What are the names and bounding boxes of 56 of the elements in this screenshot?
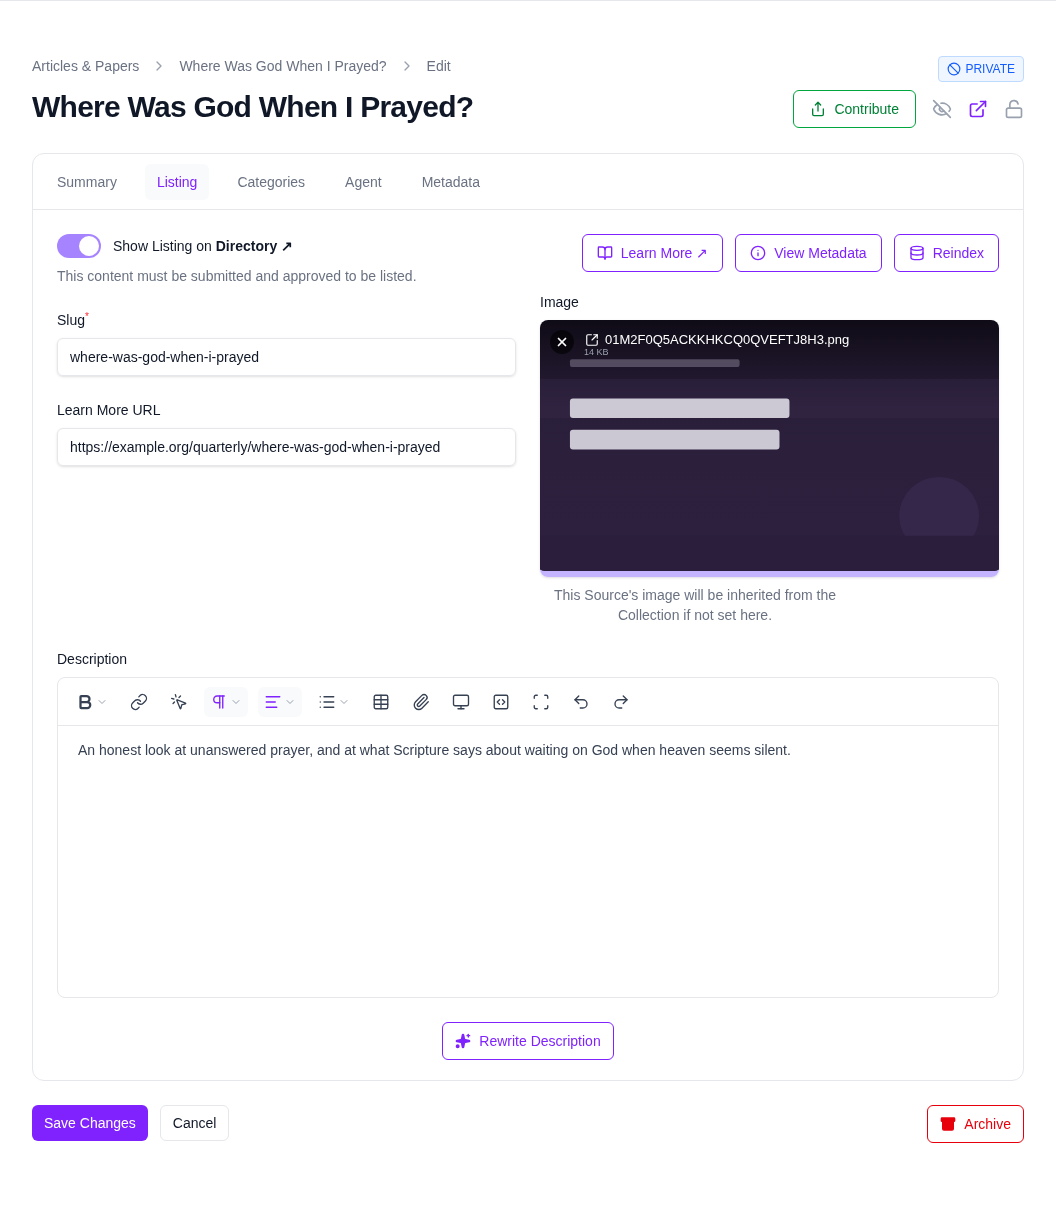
archive-button[interactable]: Archive: [927, 1105, 1024, 1143]
action-button[interactable]: Reindex: [893, 234, 999, 272]
tab[interactable]: Metadata: [409, 163, 493, 200]
pointer-click-icon: [170, 692, 188, 711]
monitor-icon: [452, 692, 470, 711]
contribute-button[interactable]: Contribute: [793, 90, 916, 128]
eye-off-icon[interactable]: [932, 99, 952, 119]
toggle-switch[interactable]: [57, 234, 101, 258]
fullscreen-icon: [532, 692, 550, 711]
tab[interactable]: Summary: [45, 163, 129, 200]
save-button[interactable]: Save Changes: [32, 1105, 148, 1141]
slug-field[interactable]: where-was-god-when-i-prayed: [57, 338, 516, 376]
archive-icon: [940, 1116, 957, 1132]
tab[interactable]: Agent: [333, 163, 394, 200]
file-size: 14 KB: [584, 347, 609, 359]
external-link-icon[interactable]: [585, 332, 599, 347]
cancel-button[interactable]: Cancel: [159, 1105, 230, 1141]
url-field[interactable]: https://example.org/quarterly/where-was-god-when-i-prayed: [57, 428, 516, 466]
database-icon: [908, 245, 925, 261]
bold-icon: [76, 692, 94, 711]
file-name: 01M2F0Q5ACKKHKCQ0QVEFTJ8H3.png: [605, 331, 850, 349]
action-button[interactable]: View Metadata: [735, 234, 882, 272]
page-title: Where Was God When I Prayed?: [32, 89, 474, 125]
paragraph-icon: [210, 692, 228, 711]
private-badge: PRIVATE: [938, 56, 1024, 82]
field-label: Image: [540, 293, 580, 312]
required-asterisk: *: [85, 311, 89, 322]
remove-image-button[interactable]: [550, 330, 574, 354]
breadcrumb-item[interactable]: Where Was God When I Prayed?: [179, 56, 387, 76]
redo-icon: [612, 692, 630, 711]
field-label: Learn More URL: [57, 401, 162, 420]
breadcrumb-item[interactable]: Articles & Papers: [32, 56, 140, 76]
action-button[interactable]: Learn More ↗: [581, 234, 724, 272]
unlock-icon[interactable]: [1004, 99, 1024, 119]
share-icon: [810, 101, 827, 117]
rewrite-button[interactable]: Rewrite Description: [442, 1022, 614, 1060]
toolbar-button[interactable]: [204, 686, 248, 717]
paperclip-icon: [412, 692, 430, 711]
description-text[interactable]: An honest look at unanswered prayer, and at what Scripture says about waiting on God when heaven seems silent.: [58, 726, 998, 760]
code-icon: [492, 692, 510, 711]
table-icon: [372, 692, 390, 711]
breadcrumb-item: Edit: [426, 57, 451, 76]
undo-icon: [572, 692, 590, 711]
toggle-hint: This content must be submitted and approved to be listed.: [57, 267, 418, 286]
ban-icon: [947, 62, 962, 76]
sparkles-icon: [455, 1033, 472, 1049]
field-label: Description: [57, 650, 129, 669]
info-icon: [750, 245, 767, 261]
image-hint: This Source's image will be inherited from the Collection if not set here.: [553, 586, 837, 625]
link-icon: [130, 692, 148, 711]
field-label: Slug: [57, 312, 86, 328]
toggle-label: Show Listing on Directory ↗: [113, 237, 294, 256]
tab[interactable]: Listing: [144, 163, 210, 200]
close-icon: [555, 335, 569, 349]
tab[interactable]: Categories: [225, 163, 318, 200]
book-icon: [596, 245, 613, 261]
